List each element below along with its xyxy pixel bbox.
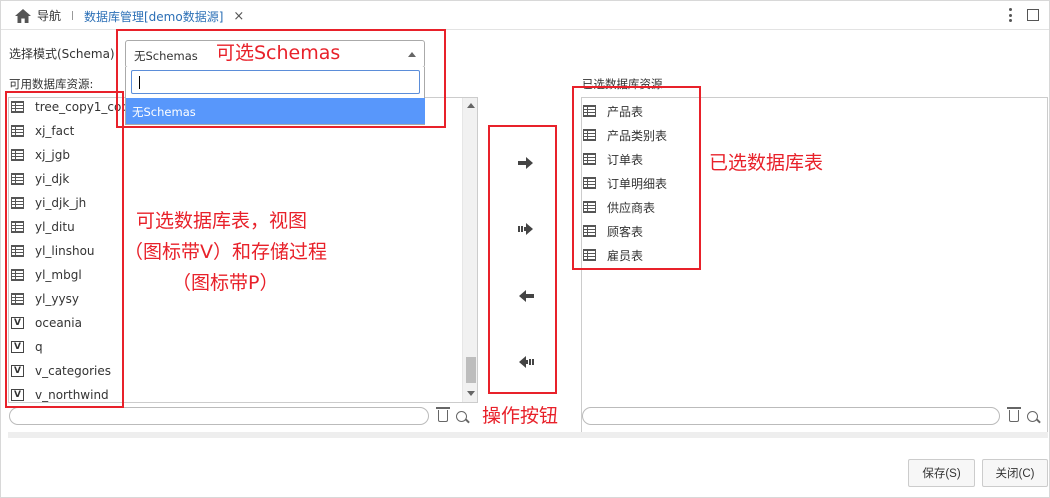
tab-close-icon[interactable]: × <box>233 9 244 24</box>
scrollbar-thumb[interactable] <box>466 357 476 383</box>
annotation-selected: 已选数据库表 <box>709 152 824 174</box>
tab-separator <box>72 11 73 20</box>
available-resources-label: 可用数据库资源: <box>9 77 94 91</box>
maximize-icon[interactable] <box>1027 9 1039 21</box>
annotation-box-selected <box>572 86 701 270</box>
annotation-schemas: 可选Schemas <box>216 42 341 64</box>
tab-database-manager[interactable]: 数据库管理[demo数据源] × <box>84 8 244 25</box>
scroll-down-icon[interactable] <box>467 391 475 396</box>
tab-bar: 导航 数据库管理[demo数据源] × <box>1 1 1049 30</box>
home-icon <box>15 8 31 23</box>
trash-icon[interactable] <box>1007 407 1021 422</box>
tab-database-manager-label: 数据库管理[demo数据源] <box>84 10 224 24</box>
schema-label: 选择模式(Schema): <box>9 47 119 61</box>
annotation-tables-line1: 可选数据库表，视图 <box>136 210 308 232</box>
panel-footer-strip <box>8 432 1048 438</box>
available-list-scrollbar[interactable] <box>462 98 477 402</box>
annotation-buttons: 操作按钮 <box>482 405 559 427</box>
text-cursor <box>139 76 140 89</box>
annotation-box-available <box>5 91 124 408</box>
close-button[interactable]: 关闭(C) <box>982 459 1048 487</box>
save-button[interactable]: 保存(S) <box>908 459 975 487</box>
selected-filter-row <box>582 406 1038 426</box>
schema-dropdown: 无Schemas <box>125 67 425 125</box>
annotation-tables-line2: （图标带V）和存储过程 <box>124 241 327 263</box>
annotation-box-buttons <box>488 125 557 394</box>
scroll-up-icon[interactable] <box>467 103 475 108</box>
available-filter-row <box>9 406 467 426</box>
database-manager-window: 导航 数据库管理[demo数据源] × 选择模式(Schema): 无Schem… <box>0 0 1050 498</box>
schema-search-input[interactable] <box>131 70 420 94</box>
trash-icon[interactable] <box>436 407 450 422</box>
available-filter-input[interactable] <box>9 407 429 425</box>
tab-navigation[interactable]: 导航 <box>15 7 61 24</box>
search-icon[interactable] <box>456 410 467 422</box>
selected-filter-input[interactable] <box>582 407 1000 425</box>
schema-option-none[interactable]: 无Schemas <box>126 98 425 124</box>
tab-navigation-label: 导航 <box>37 9 62 23</box>
annotation-tables-line3: （图标带P） <box>172 272 279 294</box>
search-icon[interactable] <box>1027 410 1038 422</box>
more-options-icon[interactable] <box>1005 7 1015 23</box>
